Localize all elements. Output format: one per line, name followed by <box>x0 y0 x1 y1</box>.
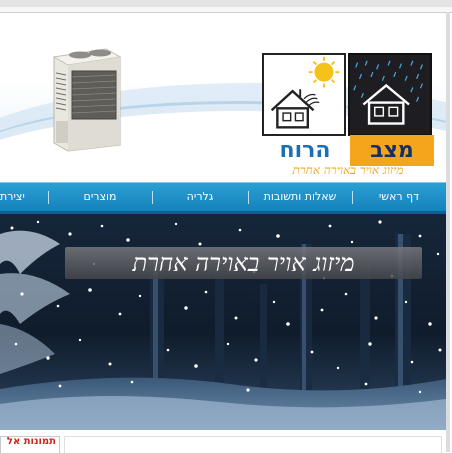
nav-item-gallery[interactable]: גלריה <box>152 183 248 211</box>
nav-item-contact[interactable]: יצירת <box>0 183 48 211</box>
nav-separator <box>152 191 153 204</box>
logo-word-haruach: הרוח <box>279 138 331 163</box>
logo-word-matzav: מצב <box>350 135 434 166</box>
nav-separator <box>248 191 249 204</box>
nav-item-faq[interactable]: שאלות ותשובות <box>248 183 352 211</box>
photos-tab-label[interactable]: תמונות אל <box>0 436 56 450</box>
main-navigation: דף ראשי שאלות ותשובות גלריה מוצרים יצירת <box>0 182 446 214</box>
hero-caption: מיזוג אויר באוירה אחרת <box>132 249 355 277</box>
nav-separator <box>352 191 353 204</box>
nav-item-home[interactable]: דף ראשי <box>352 183 446 211</box>
rain-house-icon <box>348 53 432 136</box>
nav-separator <box>48 191 49 204</box>
air-conditioner-unit-image <box>52 48 122 152</box>
brand-slogan: מיזוג אויר באוירה אחרת <box>292 163 404 177</box>
sun-house-icon <box>262 53 346 136</box>
nav-item-products[interactable]: מוצרים <box>48 183 152 211</box>
site-header: הרוח מצב מיזוג אויר באוירה אחרת <box>0 13 446 181</box>
content-box <box>64 436 442 453</box>
hero-banner: מיזוג אויר באוירה אחרת <box>0 214 446 430</box>
